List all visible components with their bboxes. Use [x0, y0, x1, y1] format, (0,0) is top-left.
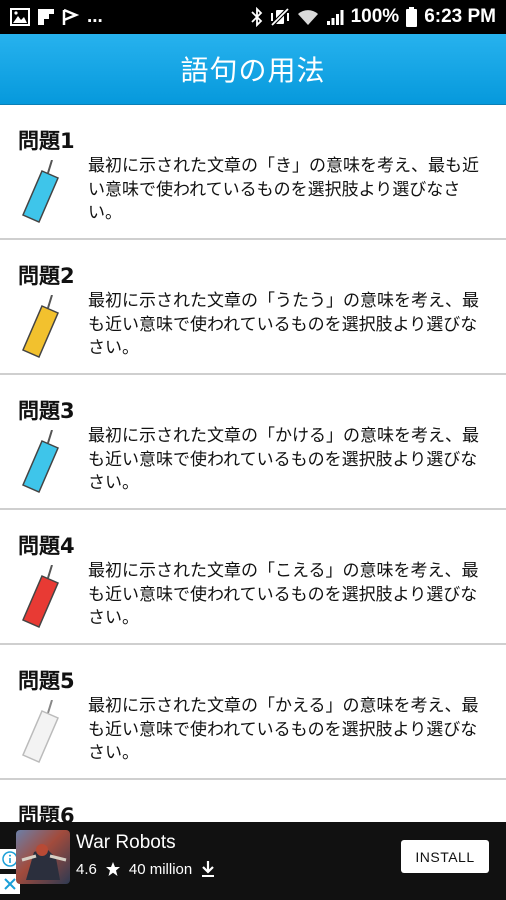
status-bar-left: ... [10, 6, 103, 28]
question-item-1[interactable]: 問題1 最初に示された文章の「き」の意味を考え、最も近い意味で使われているものを… [0, 105, 506, 240]
app-bar: 語句の用法 [0, 34, 506, 105]
question-title: 問題2 [18, 264, 75, 288]
tag-icon [22, 295, 59, 358]
wifi-icon [297, 8, 319, 26]
tag-icon [22, 430, 59, 493]
status-bar-right: 100% 6:23 PM [250, 6, 496, 28]
status-bar: ... 100% 6:23 PM [0, 0, 506, 34]
tag-icon [22, 565, 59, 628]
ad-app-meta: 4.6 40 million [76, 860, 216, 878]
question-item-5[interactable]: 問題5 最初に示された文章の「かえる」の意味を考え、最も近い意味で使われているも… [0, 645, 506, 780]
battery-percent: 100% [350, 6, 400, 27]
question-description: 最初に示された文章の「かえる」の意味を考え、最も近い意味で使われているものを選択… [88, 696, 479, 763]
question-title: 問題6 [18, 804, 75, 822]
ad-app-thumbnail[interactable] [16, 830, 70, 884]
question-description: 最初に示された文章の「こえる」の意味を考え、最も近い意味で使われているものを選択… [88, 561, 479, 628]
question-item-3[interactable]: 問題3 最初に示された文章の「かける」の意味を考え、最も近い意味で使われているも… [0, 375, 506, 510]
question-description: 最初に示された文章の「き」の意味を考え、最も近い意味で使われているものを選択肢よ… [88, 156, 479, 223]
question-title: 問題4 [18, 534, 75, 558]
download-icon [202, 861, 215, 877]
question-title: 問題5 [18, 669, 75, 693]
ad-app-title[interactable]: War Robots [76, 832, 176, 854]
ad-banner[interactable]: War Robots 4.6 40 million INSTALL [0, 822, 506, 900]
question-item-6[interactable]: 問題6 [0, 780, 506, 822]
signal-icon [326, 8, 344, 26]
play-flag-icon [62, 8, 80, 26]
tag-icon [22, 160, 59, 223]
vibrate-mute-icon [270, 7, 290, 27]
battery-icon [406, 7, 418, 27]
more-notifications: ... [87, 6, 103, 27]
tag-icon [22, 700, 59, 763]
question-item-4[interactable]: 問題4 最初に示された文章の「こえる」の意味を考え、最も近い意味で使われているも… [0, 510, 506, 645]
question-item-2[interactable]: 問題2 最初に示された文章の「うたう」の意味を考え、最も近い意味で使われているも… [0, 240, 506, 375]
gallery-icon [10, 8, 30, 26]
ad-downloads: 40 million [128, 860, 193, 878]
question-title: 問題3 [18, 399, 75, 423]
ad-rating: 4.6 [76, 860, 97, 878]
question-description: 最初に示された文章の「うたう」の意味を考え、最も近い意味で使われているものを選択… [88, 291, 479, 358]
page-title: 語句の用法 [180, 54, 326, 87]
install-button[interactable]: INSTALL [401, 840, 489, 873]
star-icon [105, 862, 120, 876]
status-time: 6:23 PM [424, 6, 496, 27]
bluetooth-icon [250, 7, 263, 27]
flipboard-icon [37, 8, 55, 26]
question-description: 最初に示された文章の「かける」の意味を考え、最も近い意味で使われているものを選択… [88, 426, 479, 493]
question-title: 問題1 [18, 129, 75, 153]
question-list: 問題1 最初に示された文章の「き」の意味を考え、最も近い意味で使われているものを… [0, 105, 506, 822]
